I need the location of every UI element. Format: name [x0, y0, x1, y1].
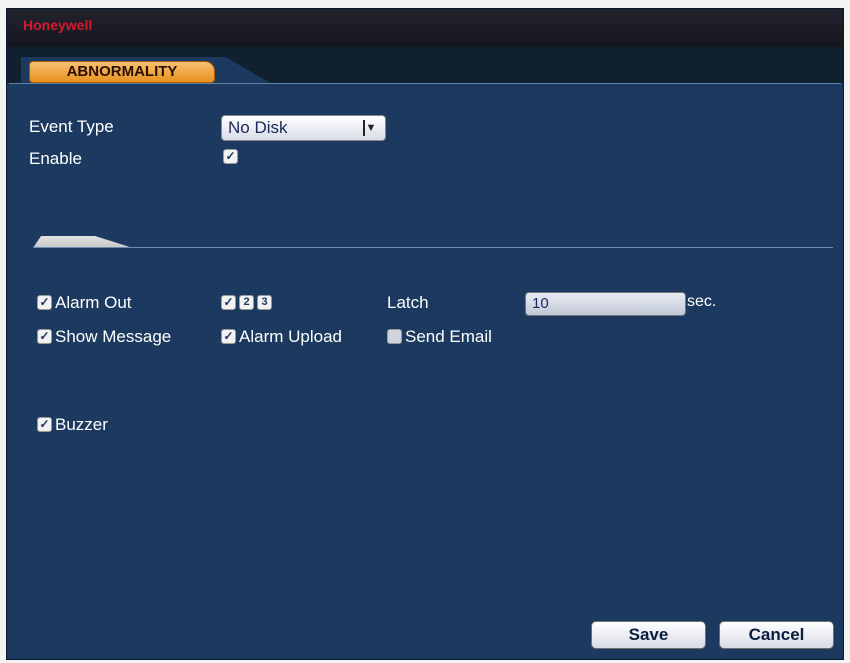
tab-strip: ABNORMALITY [7, 47, 843, 87]
tab-abnormality[interactable]: ABNORMALITY [29, 61, 215, 83]
event-type-label: Event Type [29, 117, 114, 136]
event-type-select[interactable]: No Disk ▼ [221, 115, 386, 141]
alarm-channel-1-checkbox[interactable]: ✓ [221, 295, 236, 310]
buzzer-label: Buzzer [55, 415, 108, 434]
latch-label: Latch [387, 293, 429, 312]
alarm-channel-2-checkbox[interactable]: 2 [239, 295, 254, 310]
latch-input[interactable]: 10 [525, 292, 686, 316]
alarm-channel-3-checkbox[interactable]: 3 [257, 295, 272, 310]
show-message-label: Show Message [55, 327, 172, 346]
enable-checkbox[interactable]: ✓ [223, 149, 238, 164]
title-bar: Honeywell [7, 9, 843, 47]
alarm-out-checkbox[interactable]: ✓ [37, 295, 52, 310]
section-tab [33, 236, 133, 248]
alarm-upload-label: Alarm Upload [239, 327, 342, 346]
buzzer-checkbox[interactable]: ✓ [37, 417, 52, 432]
send-email-label: Send Email [405, 327, 492, 346]
enable-label: Enable [29, 149, 82, 168]
event-type-value: No Disk [228, 118, 288, 137]
dropdown-arrow-icon: ▼ [363, 120, 377, 136]
cancel-button[interactable]: Cancel [719, 621, 834, 649]
abnormality-window: Honeywell ABNORMALITY Event Type No Disk… [6, 8, 844, 660]
show-message-checkbox[interactable]: ✓ [37, 329, 52, 344]
alarm-upload-checkbox[interactable]: ✓ [221, 329, 236, 344]
brand-logo: Honeywell [23, 17, 93, 33]
save-button[interactable]: Save [591, 621, 706, 649]
latch-unit: sec. [687, 293, 717, 310]
alarm-out-label: Alarm Out [55, 293, 132, 312]
section-divider [33, 247, 833, 248]
send-email-checkbox[interactable]: ✓ [387, 329, 402, 344]
content-panel: Event Type No Disk ▼ Enable ✓ ✓ Alarm Ou… [9, 83, 841, 658]
